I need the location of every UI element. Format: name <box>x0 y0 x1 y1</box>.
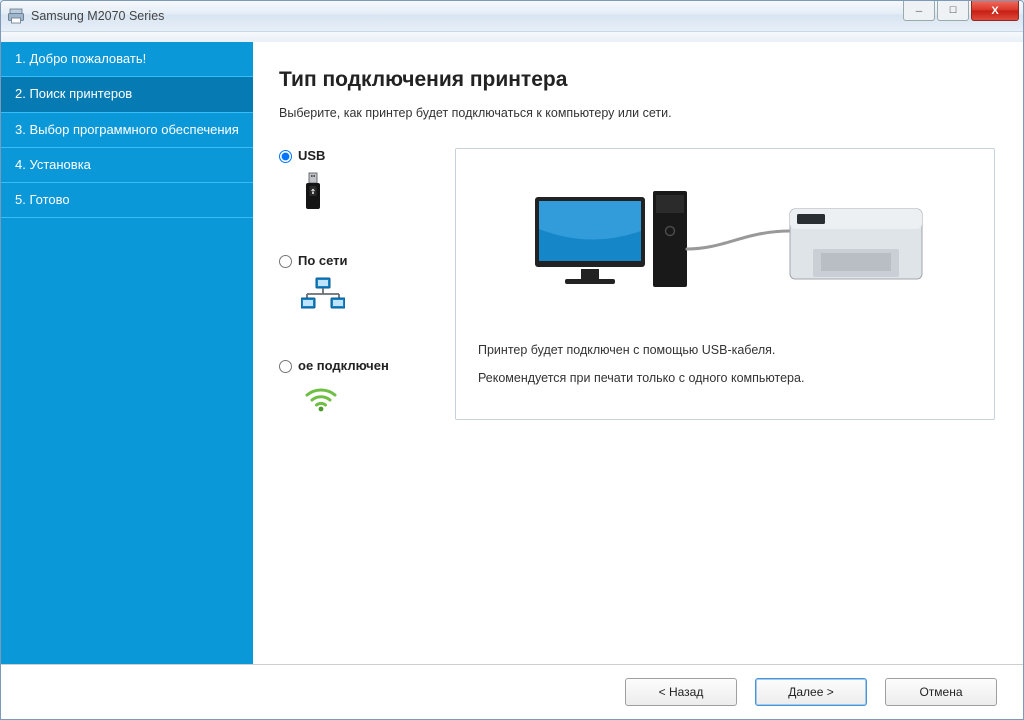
network-icon <box>301 276 449 308</box>
connection-preview: Принтер будет подключен с помощью USB-ка… <box>455 148 995 420</box>
step-done[interactable]: 5. Готово <box>1 183 253 218</box>
option-usb[interactable]: USB <box>279 148 449 203</box>
option-network-label: По сети <box>298 253 348 268</box>
window-title: Samsung M2070 Series <box>31 9 164 23</box>
option-network[interactable]: По сети <box>279 253 449 308</box>
next-button[interactable]: Далее > <box>755 678 867 706</box>
chrome-strip <box>1 32 1023 42</box>
step-search-printers[interactable]: 2. Поиск принтеров <box>1 77 253 112</box>
main-panel: Тип подключения принтера Выберите, как п… <box>253 42 1023 666</box>
installer-window: Samsung M2070 Series ─ ☐ X 1. Добро пожа… <box>0 0 1024 720</box>
steps-sidebar: 1. Добро пожаловать! 2. Поиск принтеров … <box>1 42 253 666</box>
button-bar: < Назад Далее > Отмена <box>1 664 1023 719</box>
usb-stick-icon <box>301 171 449 203</box>
preview-line2: Рекомендуется при печати только с одного… <box>478 371 972 385</box>
titlebar: Samsung M2070 Series ─ ☐ X <box>1 1 1023 32</box>
radio-usb[interactable] <box>279 150 292 163</box>
step-install[interactable]: 4. Установка <box>1 148 253 183</box>
cancel-button[interactable]: Отмена <box>885 678 997 706</box>
printer-app-icon <box>7 7 25 25</box>
options-area: USB <box>279 148 995 420</box>
preview-line1: Принтер будет подключен с помощью USB-ка… <box>478 343 972 357</box>
option-wireless[interactable]: ое подключен <box>279 358 449 413</box>
connection-options: USB <box>279 148 449 420</box>
window-controls: ─ ☐ X <box>903 1 1023 31</box>
close-button[interactable]: X <box>971 1 1019 21</box>
step-welcome[interactable]: 1. Добро пожаловать! <box>1 42 253 77</box>
page-subtitle: Выберите, как принтер будет подключаться… <box>279 106 995 120</box>
step-select-software[interactable]: 3. Выбор программного обеспечения <box>1 113 253 148</box>
radio-network[interactable] <box>279 255 292 268</box>
option-wireless-label: ое подключен <box>298 358 389 373</box>
radio-wireless[interactable] <box>279 360 292 373</box>
minimize-button[interactable]: ─ <box>903 1 935 21</box>
maximize-button[interactable]: ☐ <box>937 1 969 21</box>
usb-diagram-icon <box>478 169 972 319</box>
page-heading: Тип подключения принтера <box>279 68 995 92</box>
option-usb-label: USB <box>298 148 325 163</box>
wifi-icon <box>301 381 449 413</box>
back-button[interactable]: < Назад <box>625 678 737 706</box>
content-area: 1. Добро пожаловать! 2. Поиск принтеров … <box>1 42 1023 666</box>
